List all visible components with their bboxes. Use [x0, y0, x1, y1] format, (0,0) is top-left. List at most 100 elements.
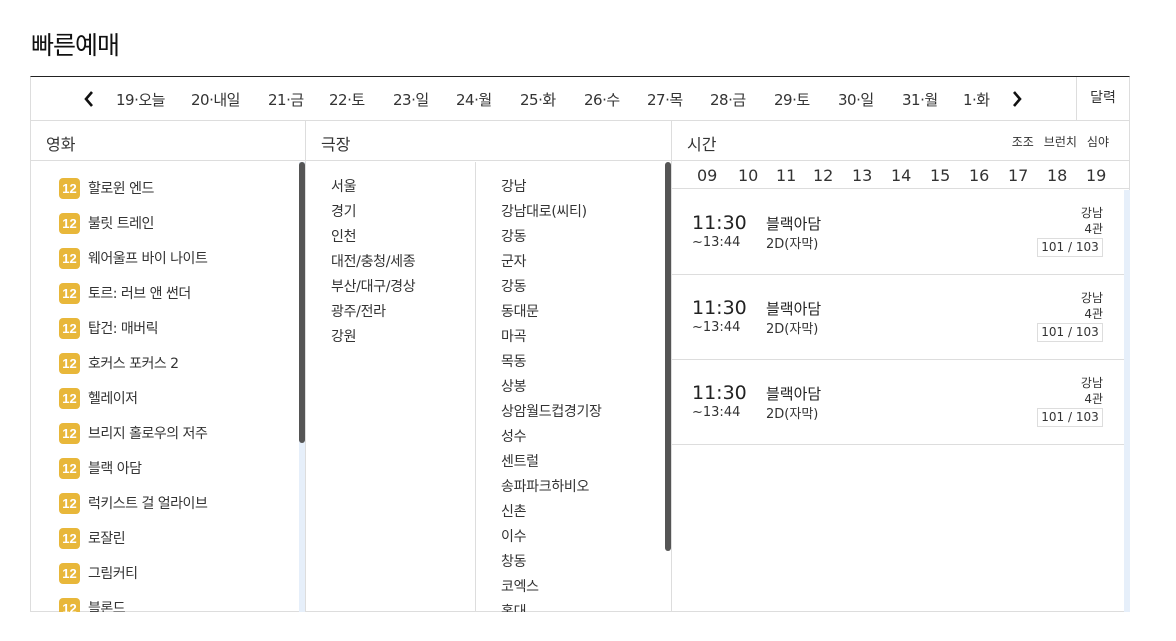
theater-item[interactable]: 목동 [501, 351, 526, 371]
hour-item[interactable]: 11 [776, 166, 796, 185]
movie-item[interactable]: 12 토르: 러브 앤 썬더 [59, 282, 191, 304]
date-item[interactable]: 27·목 [647, 89, 683, 110]
movie-item[interactable]: 12 그림커티 [59, 562, 138, 584]
date-item[interactable]: 19·오늘 [116, 89, 165, 110]
date-item[interactable]: 22·토 [329, 89, 365, 110]
chevron-left-icon[interactable] [81, 89, 97, 109]
movie-item[interactable]: 12 탑건: 매버릭 [59, 317, 159, 339]
hour-item[interactable]: 12 [813, 166, 833, 185]
movie-item[interactable]: 12 블론드 [59, 597, 126, 612]
movie-scrollbar-thumb[interactable] [299, 162, 305, 443]
movie-item[interactable]: 12 할로윈 엔드 [59, 177, 154, 199]
movie-item[interactable]: 12 블랙 아담 [59, 457, 142, 479]
age-rating-badge: 12 [59, 422, 80, 444]
region-item[interactable]: 부산/대구/경상 [331, 276, 416, 296]
region-item[interactable]: 인천 [331, 226, 356, 246]
hour-item[interactable]: 16 [969, 166, 989, 185]
date-item[interactable]: 31·월 [902, 89, 938, 110]
theater-item[interactable]: 코엑스 [501, 576, 539, 596]
date-item[interactable]: 20·내일 [191, 89, 240, 110]
showtime-location: 강남 4관 [1081, 375, 1103, 407]
movie-item[interactable]: 12 불릿 트레인 [59, 212, 154, 234]
theater-scrollbar-thumb[interactable] [665, 162, 671, 551]
movie-item[interactable]: 12 브리지 홀로우의 저주 [59, 422, 208, 444]
showtime-card[interactable]: 11:30 ~13:44 블랙아담 2D(자막) 강남 4관 101 / 103 [672, 190, 1124, 275]
movie-title: 럭키스트 걸 얼라이브 [88, 496, 208, 512]
region-item[interactable]: 서울 [331, 176, 356, 196]
movie-item[interactable]: 12 헬레이저 [59, 387, 138, 409]
date-item[interactable]: 21·금 [268, 89, 304, 110]
theater-item[interactable]: 강동 [501, 226, 526, 246]
hour-item[interactable]: 09 [697, 166, 717, 185]
time-scrollbar-track[interactable] [1124, 190, 1130, 612]
start-time: 11:30 [692, 212, 747, 234]
showtime-theater: 강남 [1080, 376, 1103, 390]
age-rating-badge: 12 [59, 492, 80, 514]
theater-item[interactable]: 강동 [501, 276, 526, 296]
start-time: 11:30 [692, 297, 747, 319]
date-item[interactable]: 29·토 [774, 89, 810, 110]
movie-item[interactable]: 12 럭키스트 걸 얼라이브 [59, 492, 208, 514]
showtime-theater: 강남 [1080, 291, 1103, 305]
theater-item[interactable]: 강남대로(씨티) [501, 201, 587, 221]
theater-item[interactable]: 신촌 [501, 501, 526, 521]
showtime-list: 11:30 ~13:44 블랙아담 2D(자막) 강남 4관 101 / 103 … [672, 190, 1124, 612]
theater-item[interactable]: 창동 [501, 551, 526, 571]
chevron-right-icon[interactable] [1009, 89, 1025, 109]
filter-brunch[interactable]: 브런치 [1044, 135, 1077, 149]
date-item[interactable]: 26·수 [584, 89, 620, 110]
showtime-movie-title: 블랙아담 [766, 215, 822, 233]
hour-item[interactable]: 13 [852, 166, 872, 185]
filter-late-night[interactable]: 심야 [1087, 135, 1109, 149]
theater-item[interactable]: 동대문 [501, 301, 539, 321]
theater-item[interactable]: 이수 [501, 526, 526, 546]
quick-booking-panel: 19·오늘 20·내일 21·금 22·토 23·일 24·월 25·화 26·… [30, 76, 1130, 612]
region-list: 서울 경기 인천 대전/충청/세종 부산/대구/경상 광주/전라 강원 [306, 162, 476, 612]
theater-item[interactable]: 송파파크하비오 [501, 476, 589, 496]
filter-early-morning[interactable]: 조조 [1012, 135, 1034, 149]
hour-item[interactable]: 14 [891, 166, 911, 185]
page-title: 빠른예매 [31, 31, 120, 60]
theater-item[interactable]: 성수 [501, 426, 526, 446]
time-column-header: 시간 [687, 135, 717, 154]
showtime-card[interactable]: 11:30 ~13:44 블랙아담 2D(자막) 강남 4관 101 / 103 [672, 360, 1124, 445]
end-time: ~13:44 [692, 235, 741, 250]
calendar-button[interactable]: 달력 [1076, 77, 1129, 120]
showtime-format: 2D(자막) [766, 407, 819, 422]
theater-item[interactable]: 강남 [501, 176, 526, 196]
date-item[interactable]: 1·화 [963, 89, 990, 110]
date-item[interactable]: 28·금 [710, 89, 746, 110]
region-item[interactable]: 경기 [331, 201, 356, 221]
movie-title: 블랙 아담 [88, 461, 142, 477]
date-item[interactable]: 25·화 [520, 89, 556, 110]
hour-item[interactable]: 17 [1008, 166, 1028, 185]
time-filters: 조조 브런치 심야 [1002, 133, 1109, 150]
date-item[interactable]: 30·일 [838, 89, 874, 110]
hour-item[interactable]: 19 [1086, 166, 1106, 185]
date-item[interactable]: 23·일 [393, 89, 429, 110]
hour-item[interactable]: 10 [738, 166, 758, 185]
movie-item[interactable]: 12 웨어울프 바이 나이트 [59, 247, 208, 269]
region-item[interactable]: 강원 [331, 326, 356, 346]
hour-item[interactable]: 18 [1047, 166, 1067, 185]
theater-item[interactable]: 센트럴 [501, 451, 539, 471]
theater-item[interactable]: 상암월드컵경기장 [501, 401, 602, 421]
date-item[interactable]: 24·월 [456, 89, 492, 110]
theater-item[interactable]: 상봉 [501, 376, 526, 396]
theater-column-header: 극장 [321, 135, 351, 154]
showtime-card[interactable]: 11:30 ~13:44 블랙아담 2D(자막) 강남 4관 101 / 103 [672, 275, 1124, 360]
movie-item[interactable]: 12 호커스 포커스 2 [59, 352, 179, 374]
movie-title: 토르: 러브 앤 썬더 [88, 286, 191, 302]
theater-item[interactable]: 군자 [501, 251, 526, 271]
region-item[interactable]: 광주/전라 [331, 301, 386, 321]
hour-item[interactable]: 15 [930, 166, 950, 185]
region-item[interactable]: 대전/충청/세종 [331, 251, 416, 271]
showtime-hall: 4관 [1084, 222, 1103, 236]
seat-availability: 101 / 103 [1037, 408, 1103, 427]
age-rating-badge: 12 [59, 282, 80, 304]
age-rating-badge: 12 [59, 212, 80, 234]
theater-item[interactable]: 마곡 [501, 326, 526, 346]
movie-item[interactable]: 12 로잘린 [59, 527, 126, 549]
theater-item[interactable]: 홍대 [501, 601, 526, 612]
movie-title: 그림커티 [88, 566, 138, 582]
